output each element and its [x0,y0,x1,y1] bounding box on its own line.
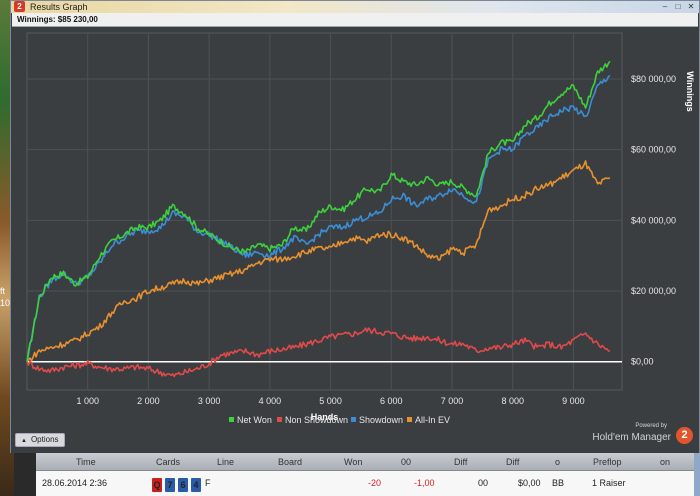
y-tick-label: $40 000,00 [631,215,676,225]
graph-panel: Winnings: $85 230,00 1 000 2 000 3 000 4 00… [11,13,699,453]
cell-position: BB [552,478,565,488]
cell-col4: $0,00 [518,478,541,488]
minimize-icon[interactable]: – [659,2,671,12]
col-header-o[interactable]: o [555,457,560,467]
y-tick-label: $0,00 [631,357,654,367]
col-header-won[interactable]: Won [344,457,362,467]
winnings-summary: Winnings: $85 230,00 [12,13,698,27]
y-axis-label: Winnings [685,71,695,111]
y-tick-label: $80 000,00 [631,74,676,84]
col-header-preflop[interactable]: Preflop [593,457,622,467]
cell-preflop: 1 Raiser [592,478,626,488]
x-tick-label: 2 000 [137,396,160,406]
y-tick-label: $60 000,00 [631,145,676,155]
app-icon: 2 [14,1,25,12]
cell-won: -20 [368,478,382,488]
brand-logo-icon: 2 [676,427,693,444]
legend-label: Net Won [237,415,272,425]
legend-swatch [277,417,282,422]
x-tick-label: 7 000 [441,396,464,406]
window-title: Results Graph [30,2,88,12]
col-header-00[interactable]: 00 [401,457,411,467]
maximize-icon[interactable]: □ [672,2,684,12]
cell-col2: -1,00 [414,478,435,488]
card-2: 7 [165,478,175,492]
x-tick-label: 4 000 [259,396,282,406]
legend-swatch [407,417,412,422]
cell-line: F [205,478,211,488]
legend-swatch [351,417,356,422]
x-tick-label: 5 000 [319,396,342,406]
brand-name: Hold'em Manager [592,432,671,443]
card-3: 6 [178,478,188,492]
results-graph-window: 2 Results Graph – □ ✕ Winnings: $85 230,… [10,0,700,453]
y-tick-label: $20 000,00 [631,286,676,296]
col-header-on[interactable]: on [660,457,670,467]
x-tick-label: 9 000 [562,396,585,406]
results-chart: 1 000 2 000 3 000 4 000 5 000 6 000 7 000 8 000… [26,32,695,425]
legend-label: Non Showdown [285,415,348,425]
col-header-board[interactable]: Board [278,457,302,467]
options-label: Options [30,435,59,444]
close-icon[interactable]: ✕ [685,2,697,12]
hands-table: Time Cards Line Board Won 00 Diff Diff o… [36,453,694,496]
title-bar[interactable]: 2 Results Graph – □ ✕ [11,1,699,13]
legend-label: All-In EV [415,415,450,425]
options-button[interactable]: ▲ Options [15,433,65,447]
x-tick-label: 1 000 [76,396,99,406]
card-4: 4 [191,478,201,492]
chevron-up-icon: ▲ [21,438,27,444]
card-1: Q [152,478,162,492]
powered-by-text: Powered by [635,423,667,429]
col-header-cards[interactable]: Cards [156,457,180,467]
col-header-time[interactable]: Time [76,457,96,467]
table-header: Time Cards Line Board Won 00 Diff Diff o… [36,453,694,471]
cell-time: 28.06.2014 2:36 [42,478,108,488]
col-header-diff[interactable]: Diff [454,457,467,467]
x-tick-label: 6 000 [380,396,403,406]
legend-swatch [229,417,234,422]
x-tick-label: 8 000 [501,396,524,406]
cell-col3: 00 [478,478,489,488]
col-header-diff-2[interactable]: Diff [506,457,519,467]
legend-label: Showdown [359,415,403,425]
x-tick-label: 3 000 [198,396,221,406]
col-header-line[interactable]: Line [217,457,234,467]
